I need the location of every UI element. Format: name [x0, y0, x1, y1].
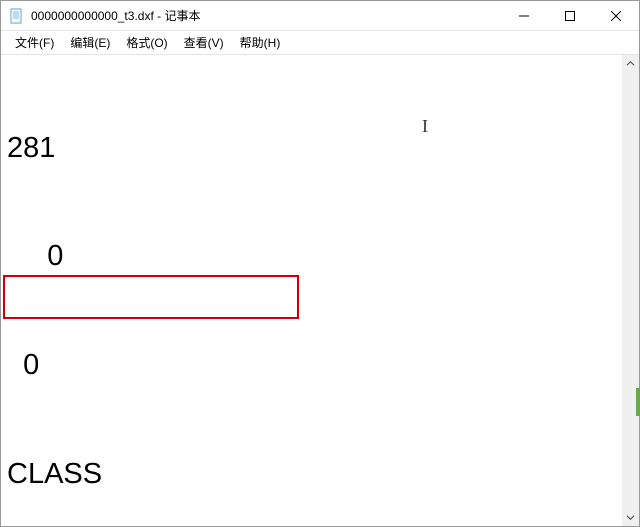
minimize-button[interactable] — [501, 1, 547, 30]
menu-help[interactable]: 帮助(H) — [232, 32, 289, 53]
menu-file[interactable]: 文件(F) — [7, 32, 62, 53]
notepad-icon — [9, 8, 25, 24]
text-line: 0 — [7, 347, 618, 383]
window-controls — [501, 1, 639, 30]
vertical-scrollbar[interactable] — [622, 55, 639, 526]
window-title: 0000000000000_t3.dxf - 记事本 — [31, 7, 501, 24]
titlebar: 0000000000000_t3.dxf - 记事本 — [1, 1, 639, 31]
scroll-down-icon[interactable] — [622, 509, 639, 526]
menubar: 文件(F) 编辑(E) 格式(O) 查看(V) 帮助(H) — [1, 31, 639, 55]
menu-format[interactable]: 格式(O) — [118, 32, 175, 53]
maximize-button[interactable] — [547, 1, 593, 30]
menu-view[interactable]: 查看(V) — [176, 32, 232, 53]
edge-indicator — [636, 388, 640, 416]
text-area[interactable]: 281 0 0 CLASS 1 ACAD_PROXY_OBJECT_WRAPPE… — [1, 55, 622, 526]
menu-edit[interactable]: 编辑(E) — [62, 32, 118, 53]
text-line: CLASS — [7, 456, 618, 492]
scroll-up-icon[interactable] — [622, 55, 639, 72]
text-cursor-icon: I — [422, 115, 428, 138]
close-button[interactable] — [593, 1, 639, 30]
text-line: 0 — [7, 238, 618, 274]
content-wrapper: 281 0 0 CLASS 1 ACAD_PROXY_OBJECT_WRAPPE… — [1, 55, 639, 526]
highlight-box — [3, 275, 299, 319]
text-line: 281 — [7, 130, 618, 166]
